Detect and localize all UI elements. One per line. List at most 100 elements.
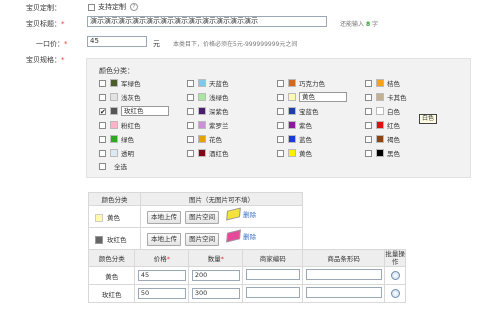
color-option[interactable]: 蓝色 xyxy=(277,134,312,144)
sku-code-input[interactable] xyxy=(245,269,300,280)
sku-code-input[interactable] xyxy=(245,287,300,298)
color-option[interactable]: 桔色 xyxy=(365,78,400,88)
color-checkbox[interactable] xyxy=(365,93,372,101)
custom-checkbox[interactable] xyxy=(88,3,95,11)
color-checkbox[interactable] xyxy=(365,149,372,157)
color-label: 浅灰色 xyxy=(121,94,141,102)
sku-row: 黄色 45 200 xyxy=(87,266,406,285)
color-option[interactable]: 褐色 xyxy=(365,134,400,144)
upload-local-button[interactable]: 本地上传 xyxy=(147,233,181,246)
color-option[interactable]: 黑色 xyxy=(365,148,400,158)
color-swatch xyxy=(288,149,296,157)
upload-local-button[interactable]: 本地上传 xyxy=(147,211,181,224)
sku-table: 颜色分类 价格* 数量* 商家编码 商品条形码 批量操作 黄色 45 200 玫… xyxy=(87,249,406,303)
color-swatch xyxy=(198,121,206,129)
color-panel: 颜色分类： 军绿色天蓝色巧克力色桔色浅灰色浅绿色黄色卡其色玫红色深紫色宝蓝色白色… xyxy=(86,58,471,178)
color-option[interactable]: 粉红色 xyxy=(99,120,141,130)
color-option[interactable]: 浅绿色 xyxy=(187,92,229,102)
color-checkbox[interactable] xyxy=(365,121,372,129)
sku-barcode-input[interactable] xyxy=(305,269,382,280)
image-space-button[interactable]: 图片空间 xyxy=(185,233,220,246)
color-label: 绿色 xyxy=(121,136,134,144)
image-space-button[interactable]: 图片空间 xyxy=(185,211,220,224)
color-option[interactable]: 花色 xyxy=(187,134,222,144)
sku-qty-input[interactable]: 300 xyxy=(191,288,240,299)
color-option[interactable]: 透明 xyxy=(99,148,134,158)
color-option[interactable]: 宝蓝色 xyxy=(277,106,319,116)
color-option[interactable]: 浅灰色 xyxy=(99,92,141,102)
color-checkbox[interactable] xyxy=(187,149,194,157)
delete-image-link[interactable]: 删除 xyxy=(226,207,256,221)
color-swatch xyxy=(95,213,103,222)
color-option[interactable]: 黄色 xyxy=(277,92,347,102)
sku-row: 玫红色 50 300 xyxy=(87,284,406,303)
delete-image-link[interactable]: 删除 xyxy=(226,229,256,243)
color-checkbox[interactable] xyxy=(187,79,194,87)
color-checkbox[interactable] xyxy=(187,93,194,101)
color-option[interactable]: 深紫色 xyxy=(187,106,229,116)
sku-price-input[interactable]: 50 xyxy=(137,288,186,299)
color-checkbox[interactable] xyxy=(277,93,284,101)
sku-qty-input[interactable]: 200 xyxy=(191,270,240,281)
color-option[interactable]: 紫色 xyxy=(277,120,312,130)
sku-barcode-input[interactable] xyxy=(305,287,382,298)
color-checkbox[interactable] xyxy=(365,79,372,87)
color-title: 颜色分类： xyxy=(99,67,134,75)
image-col-color: 颜色分类 xyxy=(88,192,141,206)
color-swatch xyxy=(288,79,296,87)
color-checkbox[interactable] xyxy=(277,79,284,87)
price-hint: 本类目下，价格必须在5元-999999999元之间 xyxy=(173,41,298,48)
color-checkbox[interactable] xyxy=(187,135,194,143)
color-option[interactable]: 巧克力色 xyxy=(277,78,325,88)
color-swatch xyxy=(376,135,384,143)
color-checkbox[interactable] xyxy=(99,121,106,129)
color-tooltip: 白色 xyxy=(419,114,438,124)
color-checkbox[interactable] xyxy=(277,149,284,157)
help-icon[interactable]: ? xyxy=(130,3,138,11)
color-label: 紫色 xyxy=(299,122,312,130)
color-checkbox[interactable] xyxy=(277,121,284,129)
color-option[interactable]: 黄色 xyxy=(277,148,312,158)
color-option[interactable]: 卡其色 xyxy=(365,92,407,102)
color-option[interactable]: 紫罗兰 xyxy=(187,120,229,130)
color-checkbox[interactable] xyxy=(99,135,106,143)
color-checkbox[interactable] xyxy=(187,121,194,129)
color-checkbox[interactable] xyxy=(365,107,372,115)
color-option[interactable]: 军绿色 xyxy=(99,78,141,88)
select-all-label: 全选 xyxy=(114,163,127,171)
color-label: 黑色 xyxy=(387,150,400,158)
color-label: 紫罗兰 xyxy=(209,122,229,130)
color-name-input[interactable]: 黄色 xyxy=(299,92,347,102)
select-all-checkbox[interactable] xyxy=(99,162,106,170)
color-checkbox[interactable] xyxy=(277,135,284,143)
color-checkbox[interactable] xyxy=(99,107,106,115)
color-label: 深紫色 xyxy=(209,108,229,116)
color-label: 褐色 xyxy=(387,136,400,144)
color-checkbox[interactable] xyxy=(277,107,284,115)
batch-edit-icon[interactable] xyxy=(390,289,400,298)
color-option[interactable]: 红色 xyxy=(365,120,400,130)
color-name-input[interactable]: 玫红色 xyxy=(121,106,169,116)
title-input[interactable]: 演示演示演示演示演示演示演示演示演示演示演示演示 xyxy=(87,16,327,27)
color-option[interactable]: 玫红色 xyxy=(99,106,169,116)
price-input[interactable]: 45 xyxy=(87,36,147,47)
color-checkbox[interactable] xyxy=(99,149,106,157)
color-checkbox[interactable] xyxy=(99,93,106,101)
sku-price-input[interactable]: 45 xyxy=(137,270,186,281)
color-label: 酒红色 xyxy=(209,150,229,158)
batch-edit-icon[interactable] xyxy=(390,271,400,280)
sku-col-code: 商家编码 xyxy=(242,249,304,267)
color-checkbox[interactable] xyxy=(187,107,194,115)
color-swatch xyxy=(288,93,296,101)
color-option[interactable]: 天蓝色 xyxy=(187,78,229,88)
title-label: 宝贝标题：* xyxy=(26,20,65,28)
select-all[interactable]: 全选 xyxy=(99,161,127,171)
color-checkbox[interactable] xyxy=(365,135,372,143)
color-option[interactable]: 绿色 xyxy=(99,134,134,144)
color-option[interactable]: 白色 xyxy=(365,106,400,116)
color-option[interactable]: 酒红色 xyxy=(187,148,229,158)
color-checkbox[interactable] xyxy=(99,79,106,87)
color-swatch xyxy=(198,79,206,87)
custom-option[interactable]: 支持定制 ? xyxy=(88,2,138,12)
price-unit: 元 xyxy=(153,40,160,48)
